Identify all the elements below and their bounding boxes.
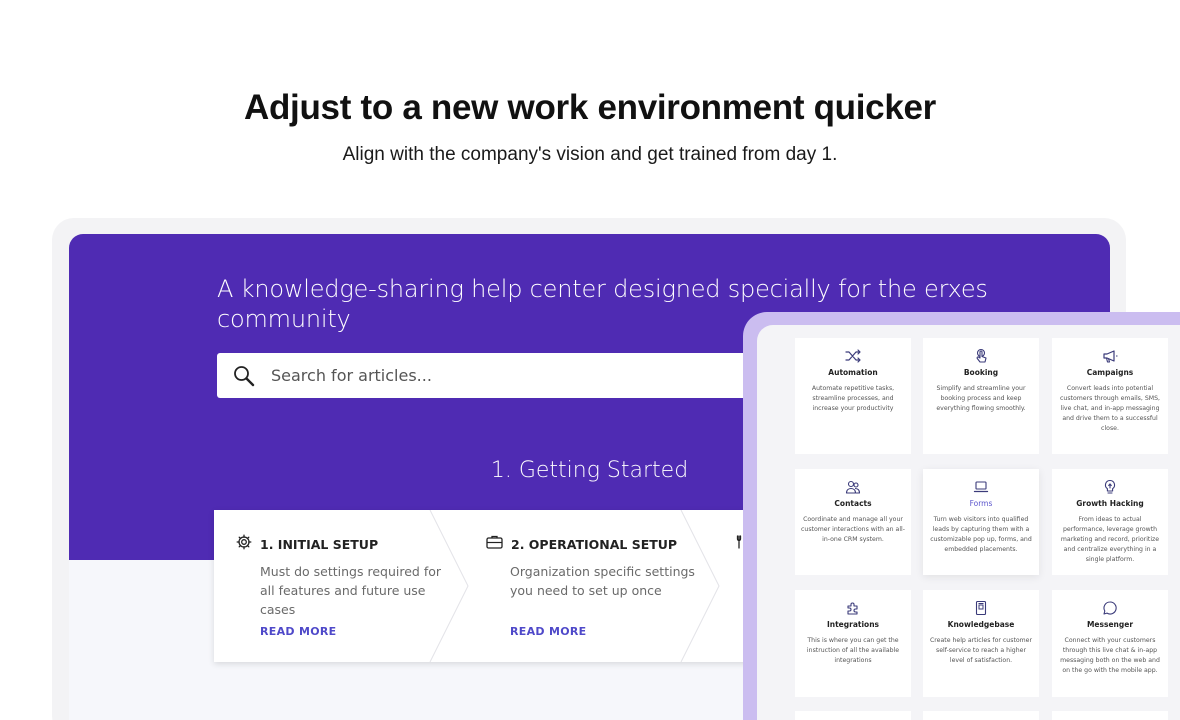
briefcase-icon <box>486 534 503 554</box>
feature-title: Messenger <box>1086 620 1134 629</box>
feature-card-campaigns[interactable]: Campaigns Convert leads into potential c… <box>1052 338 1168 454</box>
feature-card-automation[interactable]: Automation Automate repetitive tasks, st… <box>795 338 911 454</box>
feature-card-integrations[interactable]: Integrations This is where you can get t… <box>795 590 911 697</box>
feature-description: Turn web visitors into qualified leads b… <box>930 516 1032 553</box>
feature-panel: Automation Automate repetitive tasks, st… <box>757 325 1180 720</box>
feature-title: Automation <box>828 368 878 377</box>
feature-card-partial <box>1052 711 1168 720</box>
feature-title: Booking <box>963 368 999 377</box>
page-subheadline: Align with the company's vision and get … <box>342 144 838 165</box>
feature-title: Contacts <box>834 499 872 508</box>
search-bar[interactable] <box>217 353 817 398</box>
step-title: 1. INITIAL SETUP <box>260 536 379 552</box>
laptop-icon <box>929 479 1033 495</box>
feature-card-booking[interactable]: Booking Simplify and streamline your boo… <box>923 338 1039 454</box>
shuffle-icon <box>801 348 905 364</box>
feature-description: Connect with your customers through this… <box>1060 637 1160 674</box>
feature-title: Campaigns <box>1086 368 1134 377</box>
users-icon <box>801 479 905 495</box>
search-input[interactable] <box>271 366 771 385</box>
feature-description: Create help articles for customer self-s… <box>929 637 1033 664</box>
read-more-link[interactable]: READ MORE <box>260 625 336 638</box>
feature-card-partial <box>923 711 1039 720</box>
step-description: Organization specific settings you need … <box>510 564 695 598</box>
feature-card-messenger[interactable]: Messenger Connect with your customers th… <box>1052 590 1168 697</box>
chat-bubble-icon <box>1058 600 1162 616</box>
feature-title: Integrations <box>826 620 880 629</box>
feature-title: Knowledgebase <box>947 620 1015 629</box>
lightbulb-icon <box>1058 479 1162 495</box>
feature-title: Forms <box>969 499 993 508</box>
step-title: 2. OPERATIONAL SETUP <box>511 536 678 552</box>
read-more-link[interactable]: READ MORE <box>510 625 586 638</box>
page-headline: Adjust to a new work environment quicker <box>243 88 937 127</box>
step-operational-setup[interactable]: 2. OPERATIONAL SETUP Organization specif… <box>464 510 714 662</box>
hand-pointer-icon <box>929 348 1033 364</box>
feature-card-growth-hacking[interactable]: Growth Hacking From ideas to actual perf… <box>1052 469 1168 575</box>
megaphone-icon <box>1058 348 1162 364</box>
feature-card-knowledgebase[interactable]: Knowledgebase Create help articles for c… <box>923 590 1039 697</box>
search-icon[interactable] <box>217 365 271 387</box>
feature-card-contacts[interactable]: Contacts Coordinate and manage all your … <box>795 469 911 575</box>
step-initial-setup[interactable]: 1. INITIAL SETUP Must do settings requir… <box>214 510 464 662</box>
feature-title: Growth Hacking <box>1076 499 1144 508</box>
feature-description: This is where you can get the instructio… <box>806 637 900 664</box>
puzzle-icon <box>801 600 905 616</box>
feature-description: Convert leads into potential customers t… <box>1060 385 1160 432</box>
setup-steps: 1. INITIAL SETUP Must do settings requir… <box>214 510 814 662</box>
feature-card-forms[interactable]: Forms Turn web visitors into qualified l… <box>923 469 1039 575</box>
feature-description: Simplify and streamline your booking pro… <box>936 385 1026 412</box>
feature-description: From ideas to actual performance, levera… <box>1060 516 1160 563</box>
step-description: Must do settings required for all featur… <box>260 564 442 617</box>
gear-icon <box>236 534 252 554</box>
feature-description: Coordinate and manage all your customer … <box>801 516 905 543</box>
feature-card-partial <box>795 711 911 720</box>
book-icon <box>929 600 1033 616</box>
feature-description: Automate repetitive tasks, streamline pr… <box>811 385 895 412</box>
